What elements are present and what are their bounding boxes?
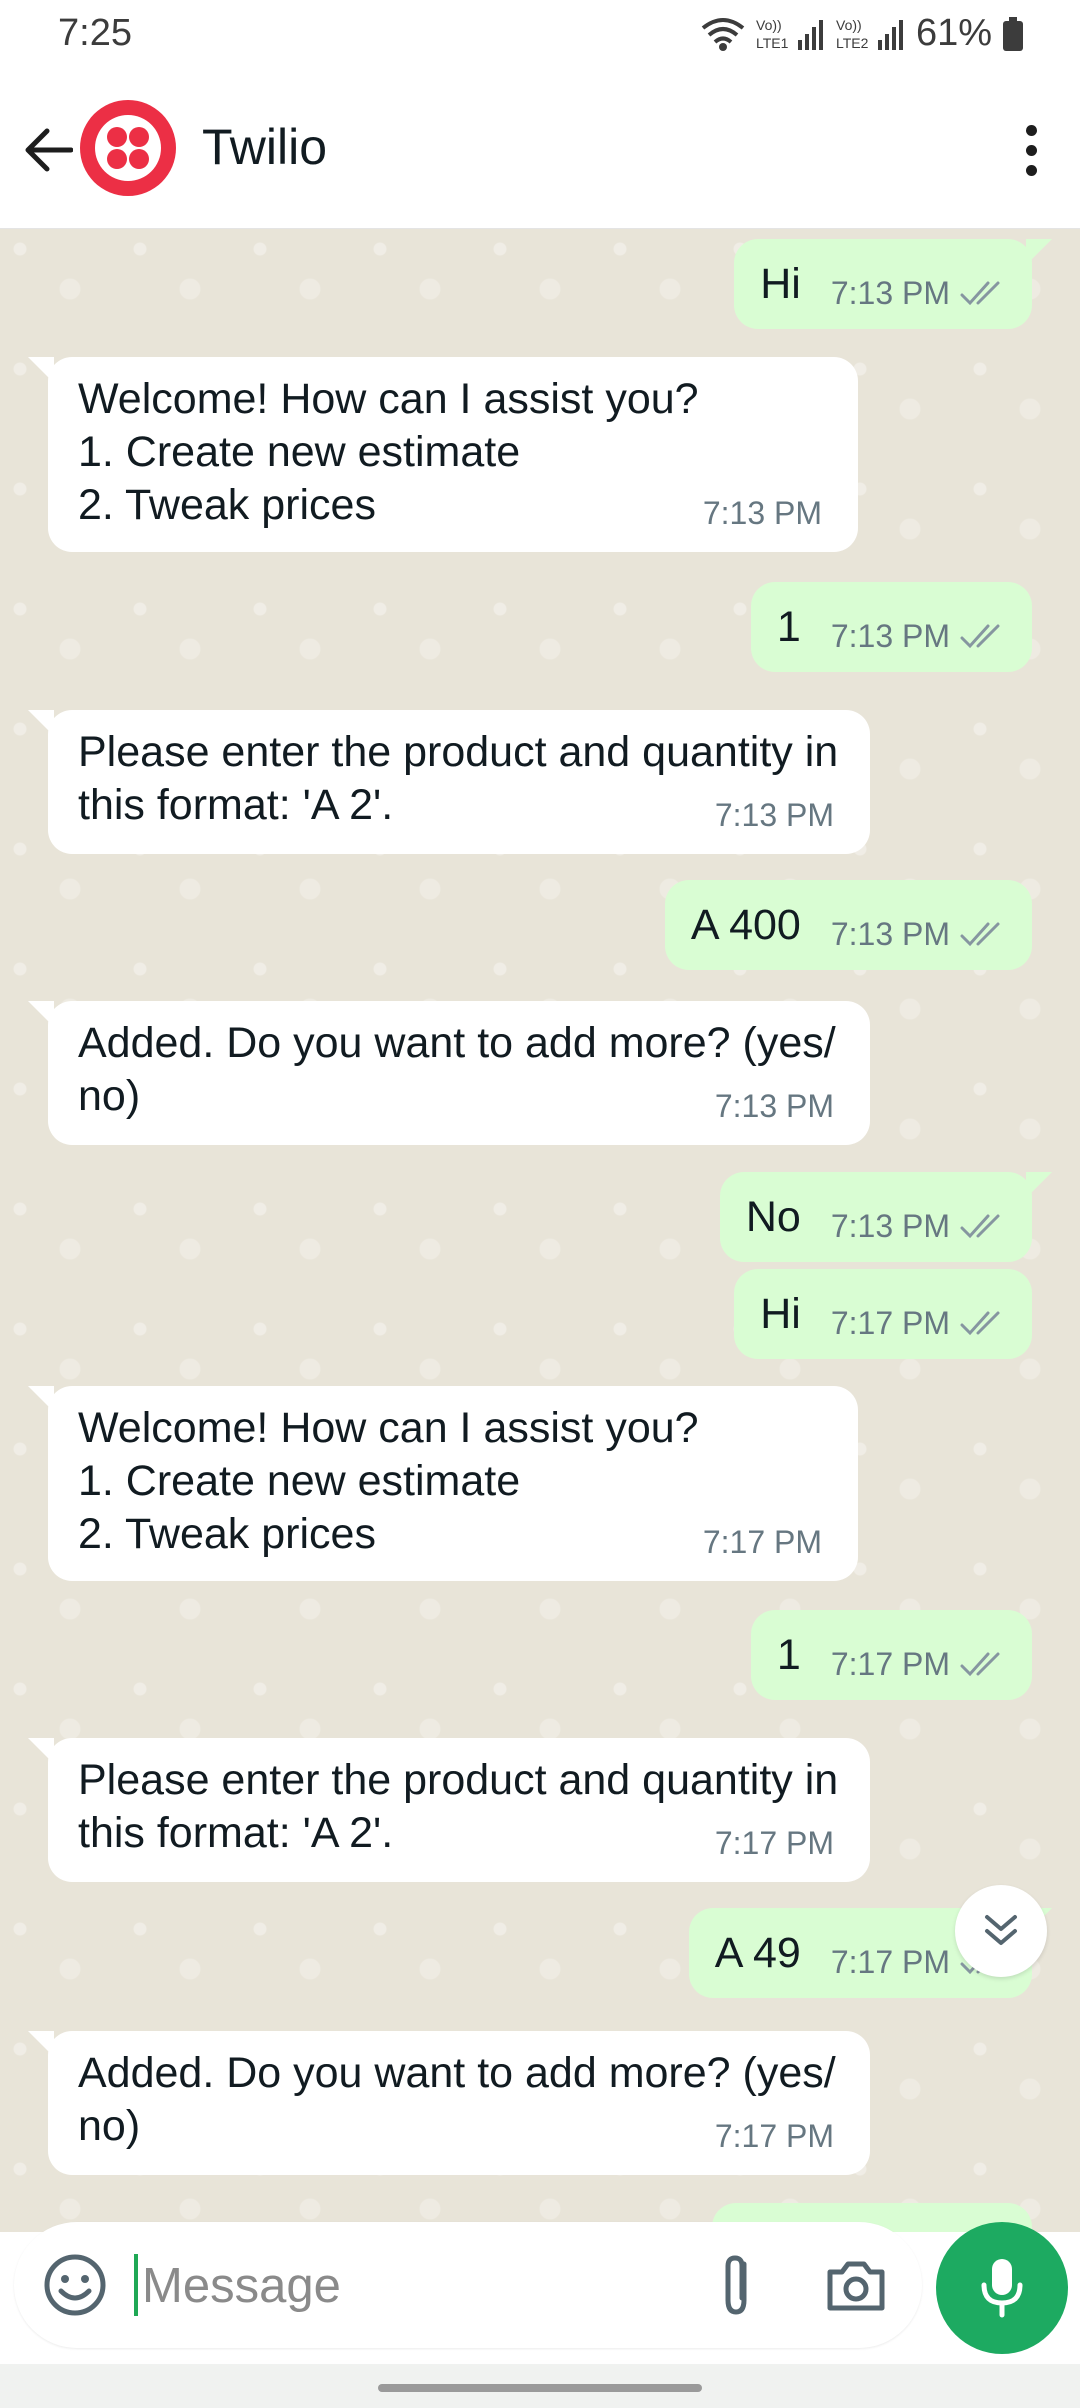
message-time: 7:17 PM <box>830 1645 950 1682</box>
back-button[interactable] <box>18 120 78 180</box>
bubble-tail <box>1026 1172 1052 1198</box>
message-meta: 7:13 PM <box>831 1200 1006 1253</box>
outgoing-message[interactable]: Hi 7:17 PM <box>734 1269 1032 1359</box>
read-receipt-icon <box>960 1652 1000 1677</box>
message-row: Hi 7:13 PM <box>760 239 1006 329</box>
bubble-tail <box>28 1386 54 1412</box>
microphone-icon <box>981 2259 1023 2318</box>
svg-text:Vo)): Vo)) <box>756 17 782 33</box>
read-receipt-icon <box>960 922 1000 947</box>
message-composer <box>14 2222 922 2348</box>
message-time: 7:17 PM <box>830 1943 950 1980</box>
more-vert-dot <box>1025 144 1037 156</box>
svg-text:LTE2: LTE2 <box>836 35 869 51</box>
bubble-tail <box>28 710 54 736</box>
contact-name[interactable]: Twilio <box>202 118 327 176</box>
message-time: 7:13 PM <box>830 617 950 654</box>
message-meta: 7:13 PM <box>831 267 1006 320</box>
back-arrow-icon <box>25 128 73 172</box>
read-receipt-icon <box>960 1311 1000 1336</box>
message-text: A 400 <box>690 900 801 949</box>
incoming-message[interactable]: Welcome! How can I assist you? 1. Create… <box>28 1386 858 1581</box>
message-meta: 7:13 PM <box>831 610 1006 663</box>
home-gesture-handle[interactable] <box>378 2384 702 2392</box>
incoming-message[interactable]: Added. Do you want to add more? (yes/ no… <box>28 1001 870 1145</box>
message-time: 7:13 PM <box>702 495 822 531</box>
double-chevron-down-icon <box>985 1915 1017 1945</box>
chat-header: Twilio <box>0 72 1080 229</box>
more-vert-icon <box>1025 124 1037 136</box>
bubble-tail <box>28 2031 54 2057</box>
message-row: No 7:13 PM <box>746 1172 1006 1262</box>
message-row: Hi 7:17 PM <box>760 1269 1006 1359</box>
signal-lte1-icon: Vo)) LTE1 <box>756 17 823 51</box>
bubble-tail <box>1026 239 1052 265</box>
status-time: 7:25 <box>58 12 132 54</box>
bubble-tail <box>28 1001 54 1027</box>
incoming-message[interactable]: Please enter the product and quantity in… <box>28 710 870 854</box>
outgoing-message[interactable]: Hi 7:13 PM <box>734 239 1052 329</box>
message-time: 7:13 PM <box>830 1207 950 1244</box>
message-row: A 400 7:13 PM <box>691 880 1006 970</box>
text-cursor <box>134 2254 138 2316</box>
scroll-to-bottom-button[interactable] <box>955 1885 1047 1977</box>
incoming-message[interactable]: Welcome! How can I assist you? 1. Create… <box>28 357 858 552</box>
message-meta: 7:13 PM <box>831 908 1006 961</box>
message-time: 7:17 PM <box>702 1524 822 1560</box>
message-text: A 49 <box>714 1928 801 1977</box>
message-text: Hi <box>760 1289 801 1338</box>
outgoing-message[interactable]: A 400 7:13 PM <box>664 880 1032 970</box>
message-meta: 7:17 PM <box>831 1297 1006 1350</box>
incoming-message[interactable]: Added. Do you want to add more? (yes/ no… <box>28 2031 870 2175</box>
more-options-button[interactable] <box>1006 118 1056 182</box>
status-bar: 7:25 Vo)) LTE1 Vo)) LTE2 61% <box>0 0 1080 72</box>
contact-avatar[interactable] <box>80 100 176 196</box>
message-text: Hi <box>760 259 801 308</box>
message-time: 7:13 PM <box>714 1088 834 1124</box>
wifi-icon <box>701 17 745 51</box>
message-text: 1 <box>776 602 801 651</box>
outgoing-message[interactable]: 1 7:13 PM <box>750 582 1032 672</box>
message-row: 1 7:13 PM <box>777 582 1006 672</box>
status-icons: Vo)) LTE1 Vo)) LTE2 61% <box>700 12 1024 55</box>
camera-icon[interactable] <box>822 2252 890 2320</box>
bubble-tail <box>28 1738 54 1764</box>
svg-text:Vo)): Vo)) <box>836 17 862 33</box>
battery-percentage: 61% <box>915 12 992 54</box>
battery-icon <box>1003 16 1023 51</box>
voice-message-button[interactable] <box>936 2222 1068 2354</box>
read-receipt-icon <box>960 1214 1000 1239</box>
message-meta: 7:17 PM <box>831 1638 1006 1691</box>
bubble-tail <box>28 357 54 383</box>
message-time: 7:17 PM <box>714 1825 834 1861</box>
outgoing-message[interactable]: No 7:13 PM <box>719 1172 1052 1262</box>
message-time: 7:13 PM <box>830 915 950 952</box>
message-time: 7:17 PM <box>830 1304 950 1341</box>
read-receipt-icon <box>960 281 1000 306</box>
attachment-icon[interactable] <box>704 2250 774 2320</box>
twilio-logo-icon <box>95 115 161 181</box>
message-input[interactable] <box>140 2246 684 2326</box>
more-vert-dot <box>1025 164 1037 176</box>
message-time: 7:17 PM <box>714 2118 834 2154</box>
signal-lte2-icon: Vo)) LTE2 <box>836 17 903 51</box>
message-text: No <box>745 1192 801 1241</box>
message-list[interactable]: Hi 7:13 PM Welcome! How can I assist you? … <box>0 229 1080 2232</box>
system-nav-bar <box>0 2364 1080 2408</box>
read-receipt-icon <box>960 624 1000 649</box>
message-row: 1 7:17 PM <box>777 1610 1006 1700</box>
incoming-message[interactable]: Please enter the product and quantity in… <box>28 1738 870 1882</box>
emoji-icon[interactable] <box>42 2252 108 2318</box>
message-text: 1 <box>776 1630 801 1679</box>
svg-text:LTE1: LTE1 <box>756 35 789 51</box>
outgoing-message[interactable]: 1 7:17 PM <box>750 1610 1032 1700</box>
message-time: 7:13 PM <box>830 274 950 311</box>
message-time: 7:13 PM <box>714 797 834 833</box>
